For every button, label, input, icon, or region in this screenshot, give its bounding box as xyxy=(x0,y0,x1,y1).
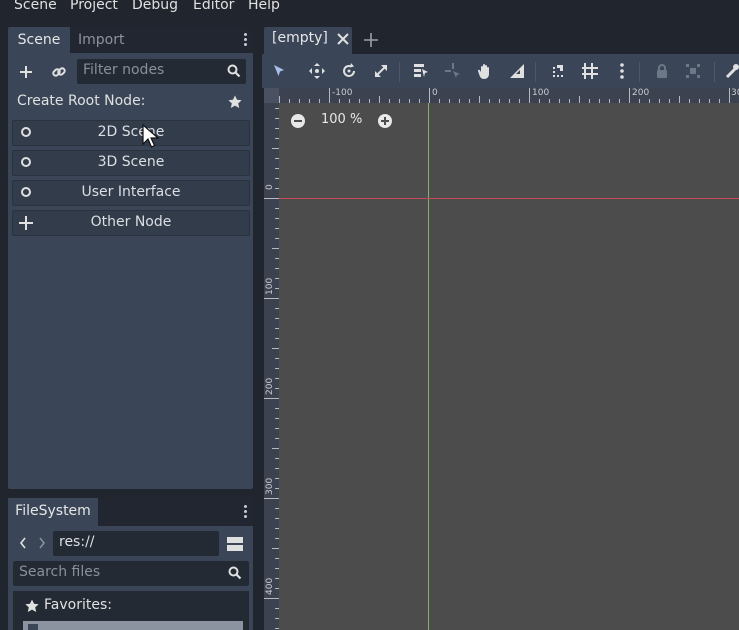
ruler-horizontal: -100 0 100 200 30 xyxy=(279,88,739,103)
lock-icon[interactable] xyxy=(654,63,670,79)
ruler-label: 100 xyxy=(532,88,550,98)
list-select-icon[interactable] xyxy=(413,63,429,79)
file-tree: Favorites: xyxy=(13,591,249,630)
split-mode-icon[interactable] xyxy=(227,536,243,552)
scene-tab-label: [empty] xyxy=(272,30,328,46)
menu-bar: Scene Project Debug Editor Help xyxy=(0,0,739,24)
create-root-node-label: Create Root Node: xyxy=(17,93,146,109)
ruler-label: 400 xyxy=(265,577,275,595)
zoom-level[interactable]: 100 % xyxy=(321,112,362,127)
path-value: res:// xyxy=(59,534,95,550)
instance-scene-icon[interactable] xyxy=(51,64,67,80)
favorites-star-icon xyxy=(25,599,39,613)
2d-canvas-viewport[interactable]: 100 % xyxy=(279,103,739,630)
toolbar-separator xyxy=(639,62,640,82)
favorite-star-icon[interactable] xyxy=(228,95,242,109)
search-files-placeholder: Search files xyxy=(19,564,101,580)
other-node-button[interactable]: Other Node xyxy=(12,210,250,236)
y-axis-line xyxy=(428,103,429,630)
menu-project[interactable]: Project xyxy=(70,0,118,13)
ruler-label: 200 xyxy=(265,377,275,395)
scene-dock-tabbar: Scene Import xyxy=(8,27,253,53)
menu-help[interactable]: Help xyxy=(248,0,280,13)
filesystem-menu-icon[interactable] xyxy=(244,505,248,520)
scene-dock: Scene Import Filter nodes Create Root No… xyxy=(8,27,253,489)
pan-mode-icon[interactable] xyxy=(477,63,493,79)
filesystem-tabbar: FileSystem xyxy=(8,498,253,526)
tab-scene[interactable]: Scene xyxy=(8,27,70,53)
toolbar-separator xyxy=(535,62,536,82)
chevron-right-icon[interactable] xyxy=(38,536,46,550)
ruler-label: 300 xyxy=(265,477,275,495)
search-icon xyxy=(227,64,241,78)
path-field[interactable]: res:// xyxy=(53,531,219,556)
tab-filesystem[interactable]: FileSystem xyxy=(8,498,98,526)
2d-scene-button[interactable]: 2D Scene xyxy=(12,120,250,146)
tab-empty-scene[interactable]: [empty] xyxy=(264,27,352,54)
ruler-label: 0 xyxy=(432,88,438,98)
2d-scene-label: 2D Scene xyxy=(97,124,165,140)
toolbar-separator xyxy=(399,62,400,82)
add-scene-tab-icon[interactable] xyxy=(363,32,379,48)
tab-import[interactable]: Import xyxy=(78,27,138,53)
rotate-mode-icon[interactable] xyxy=(341,63,357,79)
res-folder-row[interactable] xyxy=(23,621,243,630)
user-interface-button[interactable]: User Interface xyxy=(12,180,250,206)
select-mode-icon[interactable] xyxy=(271,63,287,79)
favorites-label: Favorites: xyxy=(44,597,112,613)
ruler-label: 100 xyxy=(265,277,275,295)
filter-nodes-input[interactable]: Filter nodes xyxy=(77,59,246,84)
skeleton-icon[interactable] xyxy=(725,63,739,79)
grid-snap-icon[interactable] xyxy=(582,63,598,79)
mouse-cursor-icon xyxy=(142,124,162,150)
ruler-mode-icon[interactable] xyxy=(509,63,525,79)
smart-snap-icon[interactable] xyxy=(551,63,567,79)
3d-scene-label: 3D Scene xyxy=(97,154,165,170)
pivot-icon[interactable] xyxy=(445,63,461,79)
menu-debug[interactable]: Debug xyxy=(132,0,178,13)
toolbar-separator xyxy=(714,62,715,82)
ruler-label: 200 xyxy=(632,88,650,98)
scene-tabs-bar: [empty] xyxy=(262,27,739,54)
scale-mode-icon[interactable] xyxy=(373,63,389,79)
close-icon[interactable] xyxy=(337,33,349,45)
filesystem-dock: FileSystem res:// Search files Favorites… xyxy=(8,498,253,630)
search-icon xyxy=(228,566,242,580)
filter-nodes-placeholder: Filter nodes xyxy=(83,62,165,78)
menu-scene[interactable]: Scene xyxy=(14,0,57,13)
group-icon[interactable] xyxy=(685,63,701,79)
x-axis-line xyxy=(279,198,739,199)
search-files-input[interactable]: Search files xyxy=(13,561,249,586)
ruler-label: 30 xyxy=(731,88,739,98)
zoom-out-icon[interactable] xyxy=(290,113,306,129)
ruler-corner xyxy=(264,88,279,103)
canvas-toolbar xyxy=(262,54,739,88)
zoom-in-icon[interactable] xyxy=(377,113,393,129)
chevron-left-icon[interactable] xyxy=(19,536,27,550)
folder-icon xyxy=(28,624,38,630)
add-node-icon[interactable] xyxy=(18,64,34,80)
user-interface-label: User Interface xyxy=(81,184,181,200)
snap-options-icon[interactable] xyxy=(620,63,624,79)
ruler-label: -100 xyxy=(332,88,353,98)
3d-scene-button[interactable]: 3D Scene xyxy=(12,150,250,176)
other-node-label: Other Node xyxy=(90,214,172,230)
ruler-vertical: 0 100 200 300 400 xyxy=(264,103,279,630)
menu-editor[interactable]: Editor xyxy=(193,0,234,13)
scene-dock-menu-icon[interactable] xyxy=(244,33,248,48)
ruler-vertical-ticks xyxy=(264,108,279,629)
ruler-label: 0 xyxy=(265,184,275,190)
move-mode-icon[interactable] xyxy=(309,63,325,79)
